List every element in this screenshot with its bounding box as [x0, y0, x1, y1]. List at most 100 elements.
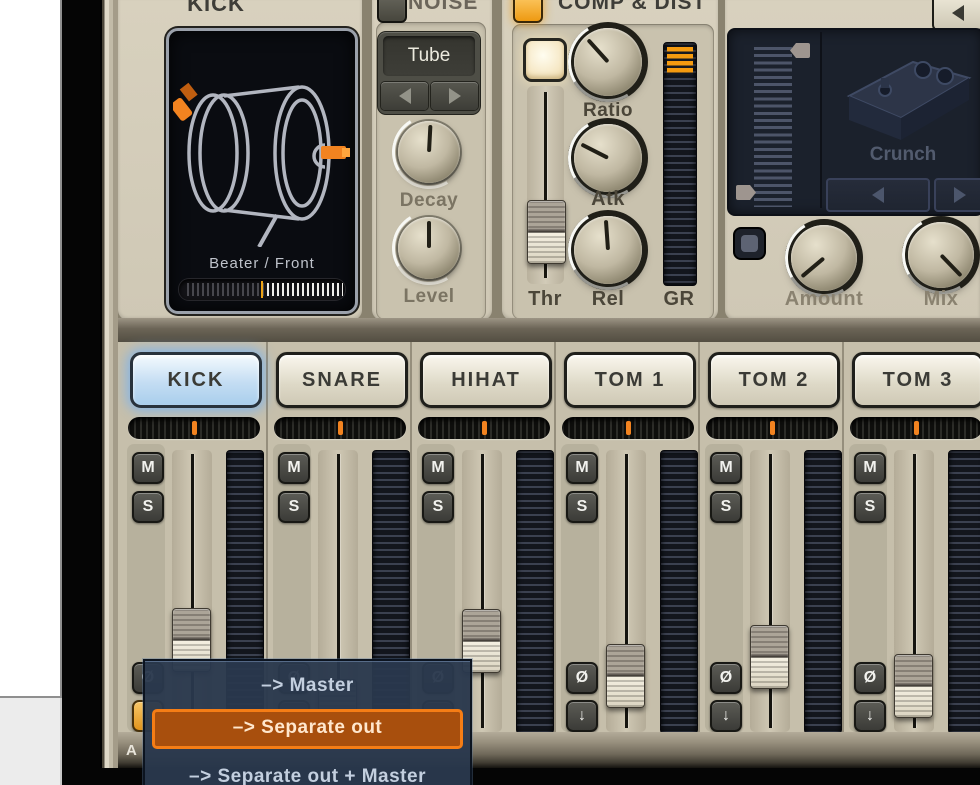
fx-next-button[interactable]	[934, 178, 980, 212]
pan-slider[interactable]	[418, 417, 550, 439]
screen: KICK Beater / Front NOISE Tube Decay Lev…	[0, 0, 980, 785]
knob-pointer	[427, 220, 431, 248]
pan-slider[interactable]	[274, 417, 406, 439]
editor-section: KICK Beater / Front NOISE Tube Decay Lev…	[100, 0, 980, 320]
mute-button[interactable]: M	[710, 452, 742, 484]
right-arrow-icon	[954, 187, 966, 203]
menu-item-separate-out[interactable]: –> Separate out	[152, 709, 463, 749]
mute-button[interactable]: M	[566, 452, 598, 484]
release-label: Rel	[591, 288, 625, 310]
noise-type-display[interactable]: Tube	[383, 36, 475, 76]
channel-name: KICK	[167, 368, 225, 391]
decay-label: Decay	[399, 190, 459, 211]
phase-button[interactable]: Ø	[854, 662, 886, 694]
route-button[interactable]: ↓	[566, 700, 598, 732]
channel-select-button[interactable]: KICK	[130, 352, 262, 408]
ladder-handle-bottom[interactable]	[736, 185, 756, 200]
comp-enable-checkbox[interactable]	[513, 0, 543, 23]
attack-knob[interactable]	[559, 109, 657, 207]
ratio-knob[interactable]	[559, 13, 657, 111]
pan-slider[interactable]	[562, 417, 694, 439]
gr-meter-active-segments	[667, 47, 693, 75]
background-document-panel	[0, 0, 62, 698]
noise-panel-title: NOISE	[408, 0, 479, 14]
volume-fader[interactable]	[894, 450, 934, 732]
solo-button[interactable]: S	[566, 491, 598, 523]
ladder-handle-top[interactable]	[790, 43, 810, 58]
channel-select-button[interactable]: TOM 1	[564, 352, 696, 408]
pan-slider[interactable]	[850, 417, 980, 439]
level-meter	[948, 450, 980, 734]
fader-cap[interactable]	[894, 654, 933, 718]
solo-button[interactable]: S	[710, 491, 742, 523]
left-arrow-icon	[872, 187, 884, 203]
fader-cap[interactable]	[750, 625, 789, 689]
plugin-left-edge	[100, 0, 118, 768]
level-label: Level	[403, 286, 455, 307]
amount-knob[interactable]	[776, 210, 872, 306]
solo-button[interactable]: S	[854, 491, 886, 523]
channel-name: HIHAT	[451, 368, 521, 391]
distortion-pedal-illustration	[846, 60, 972, 140]
mute-button[interactable]: M	[278, 452, 310, 484]
fx-preset-name: Crunch	[869, 144, 937, 165]
volume-fader[interactable]	[750, 450, 790, 732]
button-inner	[741, 235, 758, 252]
route-button[interactable]: ↓	[854, 700, 886, 732]
drum-plugin-window: KICK Beater / Front NOISE Tube Decay Lev…	[100, 0, 980, 768]
channel-select-button[interactable]: SNARE	[276, 352, 408, 408]
partial-output-label: A	[126, 742, 137, 759]
fx-prev-preset-button[interactable]	[932, 0, 980, 31]
fx-display-panel: Crunch	[727, 28, 980, 216]
mute-button[interactable]: M	[854, 452, 886, 484]
kick-drum-display[interactable]: Beater / Front	[166, 28, 358, 314]
fx-prev-button[interactable]	[826, 178, 930, 212]
fader-cap[interactable]	[606, 644, 645, 708]
fx-enable-button[interactable]	[733, 227, 766, 260]
release-knob[interactable]	[559, 201, 657, 299]
noise-prev-button[interactable]	[381, 82, 428, 110]
articulation-slider[interactable]	[179, 279, 345, 300]
channel-name: TOM 2	[738, 368, 810, 391]
level-knob[interactable]	[384, 203, 474, 293]
phase-button[interactable]: Ø	[566, 662, 598, 694]
volume-fader[interactable]	[606, 450, 646, 732]
output-routing-menu: –> Master –> Separate out –> Separate ou…	[143, 659, 472, 785]
gain-reduction-meter	[663, 42, 697, 286]
section-divider-band	[100, 318, 980, 342]
solo-button[interactable]: S	[422, 491, 454, 523]
panel-divider	[820, 32, 822, 208]
pan-slider[interactable]	[128, 417, 260, 439]
menu-item-master[interactable]: –> Master	[145, 661, 470, 708]
menu-item-separate-out-master[interactable]: –> Separate out + Master	[145, 752, 470, 785]
articulation-caption: Beater / Front	[209, 255, 315, 272]
comp-mode-button[interactable]	[523, 38, 567, 82]
channel-select-button[interactable]: TOM 2	[708, 352, 840, 408]
level-meter	[516, 450, 554, 734]
pan-marker	[913, 421, 919, 435]
fx-amount-ladder-slider[interactable]	[754, 47, 792, 207]
gr-label: GR	[663, 288, 695, 310]
mute-button[interactable]: M	[422, 452, 454, 484]
phase-button[interactable]: Ø	[710, 662, 742, 694]
pan-marker	[625, 421, 631, 435]
decay-knob[interactable]	[384, 107, 474, 197]
mute-button[interactable]: M	[132, 452, 164, 484]
mixer-channel-tom1: TOM 1 M S Ø ↓	[554, 342, 700, 734]
slider-ticks-bright	[263, 283, 344, 296]
left-arrow-icon	[952, 4, 964, 21]
channel-select-button[interactable]: TOM 3	[852, 352, 980, 408]
mix-label: Mix	[923, 288, 959, 310]
mix-knob[interactable]	[893, 207, 980, 303]
level-meter	[660, 450, 698, 734]
pan-marker	[337, 421, 343, 435]
solo-button[interactable]: S	[278, 491, 310, 523]
route-button[interactable]: ↓	[710, 700, 742, 732]
pan-slider[interactable]	[706, 417, 838, 439]
noise-enable-checkbox[interactable]	[377, 0, 407, 23]
channel-name: TOM 3	[882, 368, 954, 391]
noise-next-button[interactable]	[431, 82, 478, 110]
solo-button[interactable]: S	[132, 491, 164, 523]
pan-marker	[769, 421, 775, 435]
channel-select-button[interactable]: HIHAT	[420, 352, 552, 408]
